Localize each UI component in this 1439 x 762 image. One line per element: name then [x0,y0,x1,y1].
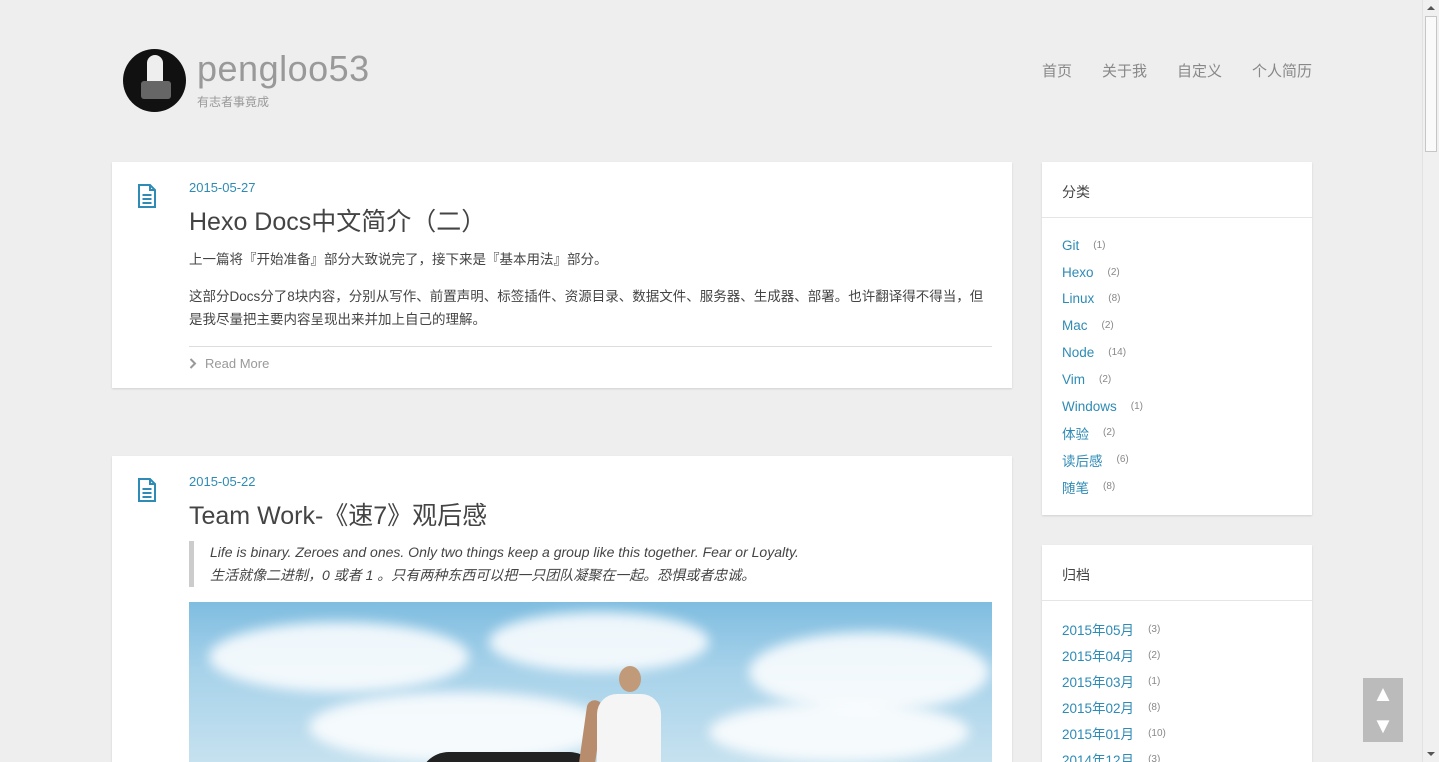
document-icon [138,184,156,208]
nav-custom[interactable]: 自定义 [1177,60,1222,81]
category-count: (1) [1093,239,1106,251]
scroll-down-button[interactable]: ▼ [1363,710,1403,742]
post-paragraph: 这部分Docs分了8块内容，分别从写作、前置声明、标签插件、资源目录、数据文件、… [189,289,984,327]
list-item: 2015年01月 (10) [1062,720,1166,746]
divider [1042,600,1312,601]
scroll-thumb[interactable] [1425,16,1437,152]
list-item: Windows (1) [1062,393,1143,420]
archive-link[interactable]: 2014年12月 [1062,749,1134,762]
categories-widget: 分类 Git (1) Hexo (2) Linux (8) Mac (2) Node (1… [1042,162,1312,515]
archive-count: (3) [1148,623,1161,635]
category-link[interactable]: 随笔 [1062,477,1089,497]
category-count: (14) [1108,347,1127,359]
car-silhouette [419,752,599,762]
list-item: 2014年12月 (3) [1062,746,1166,762]
post-hero-image [189,602,992,762]
archive-link[interactable]: 2015年01月 [1062,723,1134,743]
category-link[interactable]: 体验 [1062,423,1089,443]
archive-count: (1) [1148,675,1161,687]
post-card: 2015-05-27 Hexo Docs中文简介（二） 上一篇将『开始准备』部分… [112,162,1012,388]
scroll-arrow-down-icon[interactable] [1427,752,1435,756]
category-count: (2) [1107,266,1120,278]
chevron-right-icon [189,358,197,369]
widget-title: 分类 [1062,184,1090,200]
archives-widget: 归档 2015年05月 (3) 2015年04月 (2) 2015年03月 (1) 2… [1042,545,1312,762]
category-link[interactable]: Mac [1062,318,1088,333]
archive-count: (8) [1148,701,1161,713]
list-item: 2015年05月 (3) [1062,616,1166,642]
archive-count: (2) [1148,649,1161,661]
archive-count: (3) [1148,753,1161,762]
category-link[interactable]: Vim [1062,372,1085,387]
post-quote: Life is binary. Zeroes and ones. Only tw… [189,541,992,587]
category-count: (2) [1101,320,1114,332]
nav-resume[interactable]: 个人简历 [1252,60,1312,81]
site-subtitle: 有志者事竟成 [197,95,270,109]
read-more-label: Read More [205,356,270,371]
list-item: Git (1) [1062,232,1143,259]
read-more-link[interactable]: Read More [189,356,269,371]
list-item: Linux (8) [1062,286,1143,313]
list-item: Node (14) [1062,339,1143,366]
quote-line-en: Life is binary. Zeroes and ones. Only tw… [210,544,799,560]
post-card: 2015-05-22 Team Work-《速7》观后感 Life is bin… [112,456,1012,762]
post-title[interactable]: Team Work-《速7》观后感 [189,496,487,532]
quote-line-zh: 生活就像二进制，0 或者 1 。只有两种东西可以把一只团队凝聚在一起。恐惧或者忠… [210,567,756,583]
list-item: 体验 (2) [1062,420,1143,447]
list-item: 2015年03月 (1) [1062,668,1166,694]
site-header: pengloo53 有志者事竟成 首页 关于我 自定义 个人简历 [112,40,1312,120]
list-item: 随笔 (8) [1062,473,1143,500]
category-count: (2) [1103,427,1116,439]
category-count: (1) [1130,400,1143,412]
archive-link[interactable]: 2015年05月 [1062,619,1134,639]
category-link[interactable]: Node [1062,345,1094,360]
list-item: 2015年04月 (2) [1062,642,1166,668]
main-nav: 首页 关于我 自定义 个人简历 [1042,60,1312,81]
list-item: Hexo (2) [1062,259,1143,286]
category-link[interactable]: 读后感 [1062,450,1103,470]
category-list: Git (1) Hexo (2) Linux (8) Mac (2) Node (14) … [1062,232,1143,500]
divider [189,346,992,347]
post-date[interactable]: 2015-05-27 [189,180,256,195]
nav-home[interactable]: 首页 [1042,60,1072,81]
category-link[interactable]: Linux [1062,291,1094,306]
category-count: (8) [1108,293,1121,305]
post-date[interactable]: 2015-05-22 [189,474,256,489]
divider [1042,217,1312,218]
person-head [619,666,641,692]
archive-count: (10) [1148,727,1166,739]
category-count: (8) [1103,481,1116,493]
scroll-buttons: ▲ ▼ [1363,678,1403,742]
post-paragraph: 上一篇将『开始准备』部分大致说完了，接下来是『基本用法』部分。 [189,252,608,267]
category-link[interactable]: Hexo [1062,265,1094,280]
category-count: (2) [1099,373,1112,385]
post-title[interactable]: Hexo Docs中文简介（二） [189,202,486,238]
list-item: Vim (2) [1062,366,1143,393]
category-count: (6) [1116,454,1129,466]
archive-link[interactable]: 2015年02月 [1062,697,1134,717]
archive-link[interactable]: 2015年03月 [1062,671,1134,691]
page-scrollbar[interactable] [1422,0,1439,762]
category-link[interactable]: Git [1062,238,1079,253]
list-item: 读后感 (6) [1062,446,1143,473]
widget-title: 归档 [1062,567,1090,583]
list-item: 2015年02月 (8) [1062,694,1166,720]
site-title[interactable]: pengloo53 [197,48,370,90]
archive-link[interactable]: 2015年04月 [1062,645,1134,665]
scroll-arrow-up-icon[interactable] [1427,6,1435,10]
scroll-up-button[interactable]: ▲ [1363,678,1403,710]
nav-about[interactable]: 关于我 [1102,60,1147,81]
category-link[interactable]: Windows [1062,399,1117,414]
avatar-figure-shadow [141,81,171,99]
person-body [597,694,661,762]
list-item: Mac (2) [1062,312,1143,339]
archive-list: 2015年05月 (3) 2015年04月 (2) 2015年03月 (1) 2015… [1062,616,1166,762]
document-icon [138,478,156,502]
avatar[interactable] [123,49,186,112]
